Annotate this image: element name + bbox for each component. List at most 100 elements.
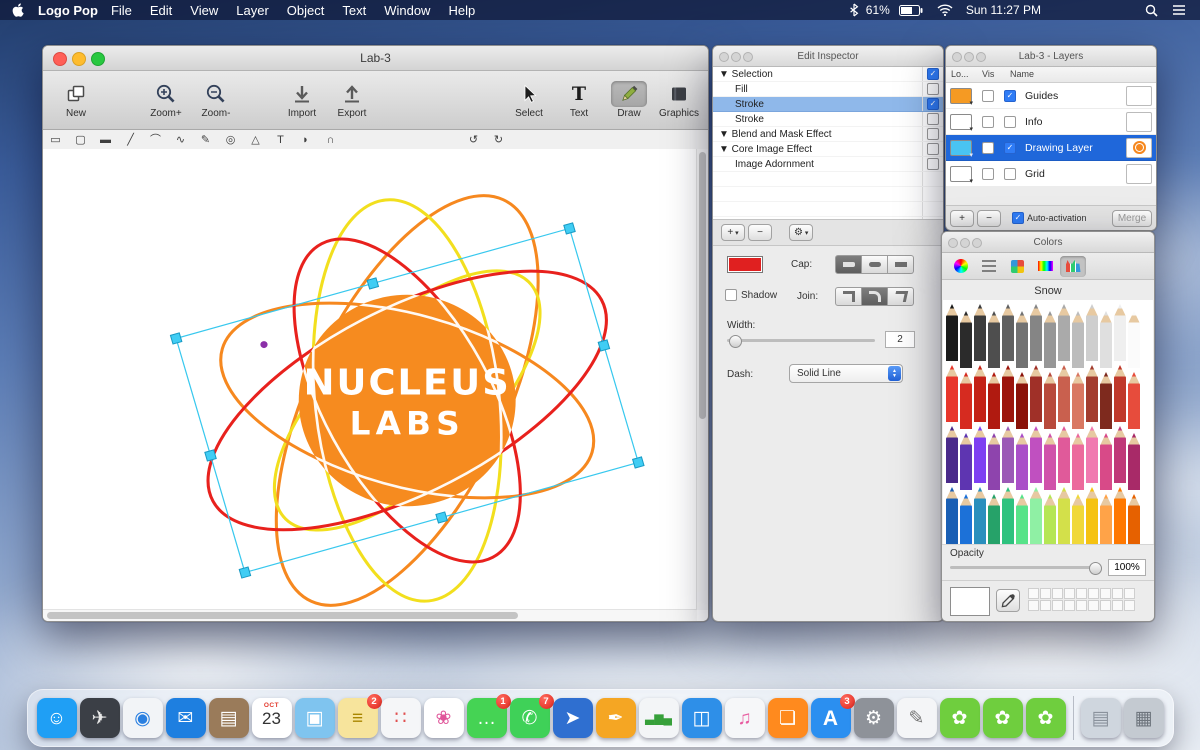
- battery-icon[interactable]: [898, 4, 923, 16]
- crayon-swatch[interactable]: [1030, 365, 1042, 422]
- crayon-swatch[interactable]: [960, 311, 972, 368]
- crayon-swatch[interactable]: [1086, 365, 1098, 422]
- spotlight-icon[interactable]: [1145, 4, 1158, 17]
- eyedropper-button[interactable]: [996, 589, 1020, 612]
- crayon-swatch[interactable]: [1100, 372, 1112, 429]
- swatch-cell[interactable]: [1052, 600, 1063, 611]
- crayon-swatch[interactable]: [1086, 426, 1098, 483]
- inspector-item-stroke[interactable]: Stroke: [713, 112, 943, 127]
- shape-tool-pen[interactable]: ✎: [193, 131, 218, 149]
- bluetooth-icon[interactable]: [849, 3, 859, 17]
- crayon-swatch[interactable]: [1044, 372, 1056, 429]
- layer-row-info[interactable]: ▾ Info: [946, 109, 1156, 135]
- dock-downloads-stack[interactable]: ▤: [1080, 698, 1121, 738]
- crayon-swatch[interactable]: [988, 372, 1000, 429]
- dock-textedit[interactable]: ✎: [896, 698, 937, 738]
- crayon-swatch[interactable]: [1128, 433, 1140, 490]
- item-enabled-checkbox[interactable]: [927, 98, 939, 110]
- panel-close-button[interactable]: [719, 52, 729, 62]
- dock-itunes[interactable]: ♫: [724, 698, 765, 738]
- item-enabled-checkbox[interactable]: [927, 83, 939, 95]
- notification-center-icon[interactable]: [1172, 4, 1186, 16]
- layer-lock-checkbox[interactable]: [982, 115, 994, 128]
- join-round-button[interactable]: [862, 287, 888, 306]
- swatch-cell[interactable]: [1028, 588, 1039, 599]
- crayon-swatch[interactable]: [1044, 311, 1056, 368]
- export-button[interactable]: Export: [327, 81, 377, 119]
- layer-color-swatch[interactable]: ▾: [950, 165, 973, 185]
- crayon-swatch[interactable]: [1100, 494, 1112, 546]
- dock-notes[interactable]: ≡ 2: [337, 694, 382, 738]
- dock-trash[interactable]: ▦: [1123, 698, 1164, 738]
- crayon-swatch[interactable]: [1128, 494, 1140, 546]
- shape-tool-arc[interactable]: ⌒: [143, 131, 168, 149]
- layer-lock-checkbox[interactable]: [982, 89, 994, 102]
- crayon-swatch[interactable]: [946, 304, 958, 361]
- layer-row-guides[interactable]: ▾ Guides: [946, 83, 1156, 109]
- color-palette-button[interactable]: [1004, 256, 1030, 277]
- menu-file[interactable]: File: [111, 3, 132, 18]
- cap-square-button[interactable]: [888, 255, 914, 274]
- shape-tool-speech-bubble[interactable]: ◗: [293, 131, 318, 149]
- crayon-swatch[interactable]: [1128, 311, 1140, 368]
- menu-view[interactable]: View: [190, 3, 218, 18]
- dock-pages[interactable]: ✒: [595, 698, 636, 738]
- swatch-cell[interactable]: [1064, 588, 1075, 599]
- shape-tool-circle[interactable]: ◎: [218, 131, 243, 149]
- swatch-cell[interactable]: [1064, 600, 1075, 611]
- menu-window[interactable]: Window: [384, 3, 430, 18]
- crayon-swatch[interactable]: [1058, 487, 1070, 544]
- dock-numbers[interactable]: ▃▆▄: [638, 698, 679, 738]
- shape-tool-magnet[interactable]: ∩: [318, 131, 343, 149]
- add-layer-button[interactable]: +: [950, 209, 974, 227]
- item-enabled-checkbox[interactable]: [927, 158, 939, 170]
- crayon-swatch[interactable]: [974, 365, 986, 422]
- layer-color-swatch[interactable]: ▾: [950, 87, 973, 107]
- layer-row-drawing-layer[interactable]: ▾ Drawing Layer: [946, 135, 1156, 161]
- dock-safari[interactable]: ◉: [122, 698, 163, 738]
- crayon-swatch[interactable]: [1086, 304, 1098, 361]
- crayon-swatch[interactable]: [960, 494, 972, 546]
- inspector-item-stroke[interactable]: Stroke: [713, 97, 943, 112]
- layers-titlebar[interactable]: Lab-3 - Layers: [946, 46, 1156, 67]
- crayon-swatch[interactable]: [1072, 372, 1084, 429]
- crayon-swatch[interactable]: [1044, 433, 1056, 490]
- dock-keynote[interactable]: ◫: [681, 698, 722, 738]
- crayon-swatch[interactable]: [1030, 426, 1042, 483]
- current-color-swatch[interactable]: [950, 587, 990, 616]
- shape-tool-text[interactable]: T: [268, 131, 293, 149]
- app-menu-title[interactable]: Logo Pop: [38, 3, 98, 18]
- swatch-cell[interactable]: [1028, 600, 1039, 611]
- merge-button[interactable]: Merge: [1112, 209, 1152, 227]
- crayon-swatch[interactable]: [1044, 494, 1056, 546]
- crayon-swatch[interactable]: [1072, 494, 1084, 546]
- swatch-cell[interactable]: [1076, 600, 1087, 611]
- horizontal-scrollbar[interactable]: [43, 609, 697, 621]
- crayon-swatch[interactable]: [1114, 426, 1126, 483]
- crayon-swatch[interactable]: [1086, 487, 1098, 544]
- width-field[interactable]: 2: [885, 331, 915, 348]
- crayon-swatch[interactable]: [1100, 433, 1112, 490]
- item-enabled-checkbox[interactable]: [927, 68, 939, 80]
- panel-close-button[interactable]: [948, 238, 958, 248]
- crayon-swatch[interactable]: [974, 426, 986, 483]
- swatch-cell[interactable]: [1100, 600, 1111, 611]
- swatch-cell[interactable]: [1112, 600, 1123, 611]
- graphics-button[interactable]: Graphics: [654, 81, 704, 119]
- select-tool-button[interactable]: Select: [504, 81, 554, 119]
- dock-app-store[interactable]: A3: [810, 694, 855, 738]
- swatch-cell[interactable]: [1088, 600, 1099, 611]
- layer-color-swatch[interactable]: ▾: [950, 113, 973, 133]
- shadow-checkbox[interactable]: [725, 289, 737, 301]
- dock-maps[interactable]: ➤: [552, 698, 593, 738]
- menu-help[interactable]: Help: [448, 3, 475, 18]
- wifi-icon[interactable]: [937, 4, 953, 16]
- crayon-swatch[interactable]: [1030, 304, 1042, 361]
- dock-launchpad[interactable]: ✈: [79, 698, 120, 738]
- crayon-swatch[interactable]: [1114, 487, 1126, 544]
- crayon-swatch[interactable]: [1114, 304, 1126, 361]
- swatch-cell[interactable]: [1040, 600, 1051, 611]
- new-button[interactable]: New: [51, 81, 101, 119]
- rotation-anchor-dot[interactable]: [260, 341, 268, 349]
- dock-contacts[interactable]: ▤: [208, 698, 249, 738]
